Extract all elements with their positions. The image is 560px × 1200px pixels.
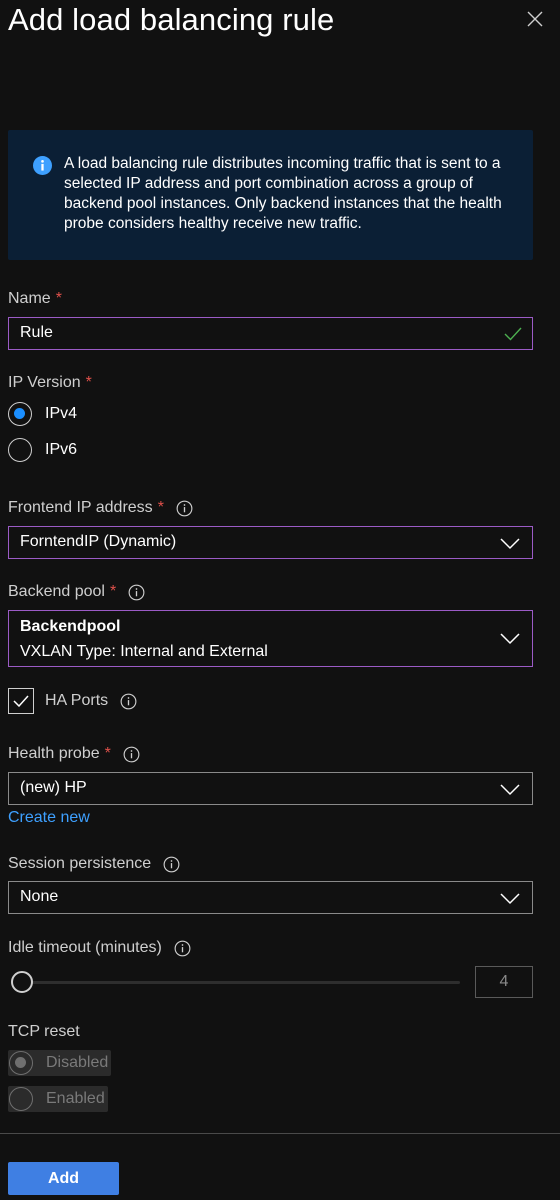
chevron-down-icon <box>500 538 520 550</box>
session-persistence-value: None <box>20 888 59 905</box>
radio-ipv6[interactable]: IPv6 <box>8 438 77 462</box>
name-input[interactable]: Rule <box>8 317 533 350</box>
idle-timeout-slider-track[interactable] <box>22 981 460 984</box>
footer-divider <box>0 1133 560 1134</box>
backend-pool-label: Backend pool * <box>8 583 145 601</box>
ip-version-label: IP Version * <box>8 374 92 391</box>
checkmark-icon <box>504 327 522 341</box>
session-persistence-dropdown[interactable]: None <box>8 881 533 914</box>
radio-button[interactable] <box>8 402 32 426</box>
radio-button[interactable] <box>8 438 32 462</box>
radio-tcp-enabled[interactable]: Enabled <box>8 1086 108 1112</box>
info-icon[interactable] <box>120 693 137 710</box>
checkmark-icon <box>13 695 29 707</box>
backend-pool-title: Backendpool <box>20 618 121 635</box>
frontend-ip-value: ForntendIP (Dynamic) <box>20 533 177 550</box>
session-persistence-label: Session persistence <box>8 855 180 873</box>
panel-title: Add load balancing rule <box>8 2 335 37</box>
chevron-down-icon <box>500 633 520 645</box>
health-probe-value: (new) HP <box>20 779 87 796</box>
info-icon[interactable] <box>174 940 191 957</box>
required-marker: * <box>157 499 164 516</box>
checkbox[interactable] <box>8 688 34 714</box>
ha-ports-checkbox[interactable]: HA Ports <box>8 688 137 714</box>
info-icon <box>33 156 52 175</box>
tcp-reset-label: TCP reset <box>8 1023 80 1040</box>
info-icon[interactable] <box>123 746 140 763</box>
radio-button[interactable] <box>9 1051 33 1075</box>
create-new-link[interactable]: Create new <box>8 809 90 827</box>
idle-timeout-label: Idle timeout (minutes) <box>8 939 191 957</box>
health-probe-label: Health probe * <box>8 745 140 763</box>
chevron-down-icon <box>500 893 520 905</box>
add-button[interactable]: Add <box>8 1162 119 1195</box>
radio-button[interactable] <box>9 1087 33 1111</box>
idle-timeout-input[interactable]: 4 <box>475 966 533 998</box>
required-marker: * <box>85 374 92 391</box>
chevron-down-icon <box>500 784 520 796</box>
radio-ipv4[interactable]: IPv4 <box>8 402 77 426</box>
info-icon[interactable] <box>163 856 180 873</box>
info-banner: A load balancing rule distributes incomi… <box>8 130 533 260</box>
close-icon[interactable] <box>522 6 548 32</box>
info-icon[interactable] <box>128 584 145 601</box>
backend-pool-dropdown[interactable]: Backendpool VXLAN Type: Internal and Ext… <box>8 610 533 667</box>
health-probe-dropdown[interactable]: (new) HP <box>8 772 533 805</box>
info-icon[interactable] <box>176 500 193 517</box>
frontend-ip-label: Frontend IP address * <box>8 499 193 517</box>
radio-tcp-disabled[interactable]: Disabled <box>8 1050 112 1076</box>
required-marker: * <box>55 290 62 307</box>
name-input-value: Rule <box>20 324 53 341</box>
backend-pool-subtitle: VXLAN Type: Internal and External <box>20 643 268 660</box>
frontend-ip-dropdown[interactable]: ForntendIP (Dynamic) <box>8 526 533 559</box>
name-label: Name * <box>8 290 62 307</box>
required-marker: * <box>104 745 111 762</box>
info-text: A load balancing rule distributes incomi… <box>64 155 502 232</box>
idle-timeout-slider-thumb[interactable] <box>11 971 33 993</box>
required-marker: * <box>109 583 117 600</box>
idle-timeout-value: 4 <box>499 973 509 990</box>
